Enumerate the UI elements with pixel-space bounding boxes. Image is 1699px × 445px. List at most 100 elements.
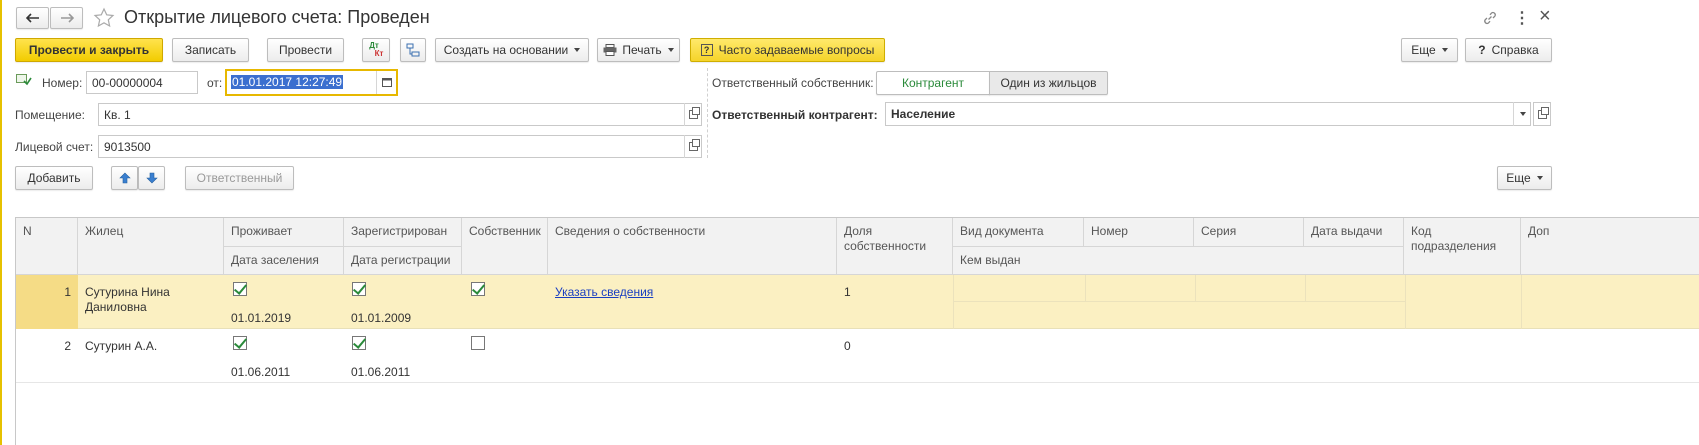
col-header-extra[interactable]: Доп	[1521, 218, 1699, 275]
premises-open-button[interactable]	[684, 103, 702, 126]
chevron-down-icon	[1441, 48, 1448, 52]
cell-share[interactable]: 1	[837, 280, 858, 305]
faq-button[interactable]: ? Часто задаваемые вопросы	[690, 38, 885, 62]
col-header-issued-by[interactable]: Кем выдан	[953, 247, 1404, 275]
row-grid-lines	[1521, 275, 1522, 329]
create-based-on-label: Создать на основании	[443, 43, 569, 57]
premises-field[interactable]: Кв. 1	[98, 103, 702, 126]
chevron-down-icon	[667, 48, 674, 52]
date-field[interactable]: 01.01.2017 12:27:49	[225, 69, 398, 96]
col-header-dept-code[interactable]: Код подразделения	[1404, 218, 1521, 275]
save-button[interactable]: Записать	[172, 38, 249, 62]
cell-lives-checkbox[interactable]	[233, 336, 247, 350]
cell-registered-checkbox[interactable]	[352, 336, 366, 350]
cell-settle-date[interactable]: 01.06.2011	[224, 360, 297, 385]
cell-n: 2	[64, 339, 71, 353]
more-button[interactable]: Еще	[1401, 38, 1458, 62]
cell-settle-date[interactable]: 01.01.2019	[224, 306, 298, 331]
account-open-button[interactable]	[684, 135, 702, 158]
chevron-down-icon	[1536, 176, 1543, 180]
chevron-down-icon	[574, 48, 581, 52]
col-header-owner[interactable]: Собственник	[462, 218, 548, 275]
move-up-button[interactable]	[111, 166, 138, 190]
faq-label: Часто задаваемые вопросы	[718, 43, 875, 57]
arrow-down-icon	[145, 172, 158, 184]
col-header-n[interactable]: N	[16, 218, 78, 275]
responsible-owner-label: Ответственный собственник:	[712, 76, 874, 90]
link-icon[interactable]	[1482, 10, 1498, 26]
dt-kt-icon-bottom: Кт	[374, 49, 384, 58]
responsible-contractor-label: Ответственный контрагент:	[712, 108, 878, 122]
col-header-series[interactable]: Серия	[1194, 218, 1304, 247]
contractor-open-button[interactable]	[1533, 102, 1551, 126]
add-row-button[interactable]: Добавить	[15, 166, 93, 190]
post-button[interactable]: Провести	[267, 38, 344, 62]
col-header-number[interactable]: Номер	[1084, 218, 1194, 247]
table-more-label: Еще	[1506, 171, 1531, 185]
cell-owner-info-link[interactable]: Указать сведения	[548, 280, 660, 305]
responsible-owner-resident-toggle[interactable]: Один из жильцов	[989, 71, 1108, 95]
calendar-button[interactable]	[376, 71, 396, 94]
question-icon: ?	[700, 44, 713, 56]
col-header-settle-date[interactable]: Дата заселения	[224, 247, 344, 275]
col-header-owner-info[interactable]: Сведения о собственности	[548, 218, 837, 275]
set-responsible-button[interactable]: Ответственный	[185, 166, 294, 190]
col-header-lives[interactable]: Проживает	[224, 218, 344, 247]
date-value: 01.01.2017 12:27:49	[231, 75, 344, 89]
create-based-on-button[interactable]: Создать на основании	[435, 38, 589, 62]
cell-resident[interactable]: Сутурин А.А.	[78, 334, 218, 359]
arrow-up-icon	[118, 172, 131, 184]
forward-button[interactable]	[50, 7, 83, 29]
premises-label: Помещение:	[15, 108, 85, 122]
col-header-issue-date[interactable]: Дата выдачи	[1304, 218, 1404, 247]
col-header-registered[interactable]: Зарегистрирован	[344, 218, 462, 247]
help-button[interactable]: ? Справка	[1465, 38, 1552, 62]
cell-reg-date[interactable]: 01.01.2009	[344, 306, 418, 331]
cell-share[interactable]: 0	[837, 334, 858, 359]
print-button[interactable]: Печать	[597, 38, 680, 62]
row-grid-lines	[953, 275, 1406, 329]
number-field[interactable]: 00-00000004	[86, 71, 198, 94]
arrow-left-icon	[25, 13, 39, 23]
account-field[interactable]: 9013500	[98, 135, 702, 158]
structure-button[interactable]	[400, 38, 426, 62]
column-divider	[707, 68, 708, 158]
open-icon	[689, 139, 700, 151]
arrow-right-icon	[60, 13, 74, 23]
col-header-reg-date[interactable]: Дата регистрации	[344, 247, 462, 275]
responsible-contractor-field[interactable]: Население	[885, 102, 1531, 126]
favorite-star-icon[interactable]	[93, 7, 115, 29]
post-and-close-button[interactable]: Провести и закрыть	[15, 38, 163, 62]
printer-icon	[603, 44, 617, 56]
move-down-button[interactable]	[138, 166, 165, 190]
responsible-owner-contractor-toggle[interactable]: Контрагент	[876, 71, 990, 95]
cell-registered-checkbox[interactable]	[352, 282, 366, 296]
back-button[interactable]	[16, 7, 49, 29]
contractor-dropdown-button[interactable]	[1513, 102, 1531, 126]
cell-n: 1	[64, 285, 71, 299]
cell-lives-checkbox[interactable]	[233, 282, 247, 296]
col-header-doc-type[interactable]: Вид документа	[953, 218, 1084, 247]
chevron-down-icon	[1519, 112, 1526, 116]
open-icon	[1537, 106, 1549, 119]
document-window: Открытие лицевого счета: Проведен ⋮ × Пр…	[0, 0, 1699, 445]
col-header-share[interactable]: Доля собственности	[837, 218, 953, 275]
close-icon[interactable]: ×	[1539, 5, 1551, 28]
print-label: Печать	[622, 43, 662, 57]
more-actions-icon[interactable]: ⋮	[1514, 8, 1530, 28]
cell-reg-date[interactable]: 01.06.2011	[344, 360, 417, 385]
date-label: от:	[207, 76, 223, 90]
page-title: Открытие лицевого счета: Проведен	[124, 7, 430, 27]
residents-table[interactable]: N Жилец Проживает Дата заселения Зарегис…	[15, 217, 1699, 445]
help-label: Справка	[1491, 43, 1539, 57]
cell-owner-checkbox[interactable]	[471, 336, 485, 350]
account-label: Лицевой счет:	[15, 140, 94, 154]
more-label: Еще	[1411, 43, 1436, 57]
number-label: Номер:	[42, 76, 83, 90]
table-more-button[interactable]: Еще	[1497, 166, 1552, 190]
col-header-resident[interactable]: Жилец	[78, 218, 224, 275]
cell-resident[interactable]: Сутурина Нина Даниловна	[78, 280, 198, 320]
cell-owner-checkbox[interactable]	[471, 282, 485, 296]
calendar-icon	[381, 78, 392, 87]
dt-kt-report-button[interactable]: Дт Кт	[362, 38, 390, 62]
